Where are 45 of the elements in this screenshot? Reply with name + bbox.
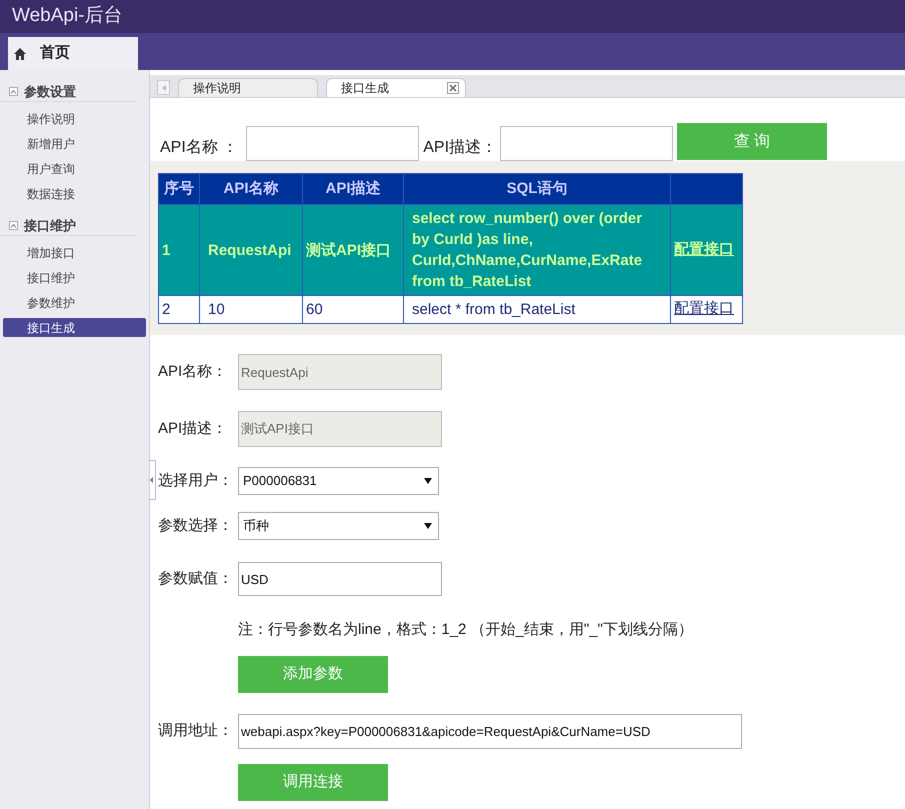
form-label: 选择用户： bbox=[158, 470, 234, 491]
left-arrow-icon bbox=[162, 84, 166, 90]
sidebar-group-title[interactable]: 参数设置 bbox=[24, 82, 76, 102]
sidebar-item[interactable]: 新增用户 bbox=[3, 134, 146, 153]
search-label: API描述： bbox=[423, 138, 498, 158]
app-title: WebApi-后台 bbox=[12, 4, 123, 28]
table-cell: 60 bbox=[302, 296, 404, 324]
collapse-handle[interactable] bbox=[150, 460, 156, 500]
sidebar-item[interactable]: 用户查询 bbox=[3, 159, 146, 178]
form-label: 调用地址： bbox=[158, 720, 234, 741]
form-label: 参数赋值： bbox=[158, 568, 234, 589]
table-cell: 10 bbox=[200, 296, 302, 324]
tab[interactable]: 操作说明 bbox=[178, 78, 318, 97]
search-field[interactable] bbox=[246, 126, 420, 161]
sidebar-item[interactable]: 接口维护 bbox=[3, 268, 146, 287]
dropdown-arrow-icon bbox=[424, 478, 432, 484]
dropdown-arrow-icon bbox=[424, 523, 432, 529]
sidebar-item[interactable]: 接口生成 bbox=[3, 318, 146, 337]
sidebar-group-title[interactable]: 接口维护 bbox=[24, 216, 76, 236]
dropdown[interactable]: P000006831 bbox=[238, 467, 439, 495]
sidebar-item[interactable]: 操作说明 bbox=[3, 109, 146, 128]
table-cell: 1 bbox=[158, 204, 200, 296]
sidebar-item[interactable]: 增加接口 bbox=[3, 243, 146, 262]
form-label: API描述： bbox=[158, 418, 228, 439]
collapse-icon[interactable] bbox=[9, 87, 18, 96]
form-label: API名称： bbox=[158, 362, 228, 382]
home-tab[interactable]: 首页 bbox=[8, 37, 138, 70]
form-label: 参数选择： bbox=[158, 516, 234, 536]
collapse-icon[interactable] bbox=[9, 221, 18, 230]
table-header: 序号 bbox=[158, 174, 200, 204]
address-field[interactable]: webapi.aspx?key=P000006831&apicode=RequestApi&CurName=USD bbox=[238, 714, 742, 748]
dropdown[interactable]: 币种 bbox=[238, 512, 439, 540]
table-cell: 2 bbox=[158, 296, 200, 324]
search-field[interactable] bbox=[500, 126, 674, 161]
text-field[interactable]: USD bbox=[238, 562, 442, 596]
close-icon[interactable] bbox=[447, 82, 459, 94]
note-text: 注：行号参数名为line，格式：1_2 （开始_结束，用"_"下划线分隔） bbox=[238, 620, 694, 640]
home-icon bbox=[14, 48, 26, 60]
sidebar-item[interactable]: 数据连接 bbox=[3, 184, 146, 203]
search-label: API名称 ： bbox=[160, 138, 238, 158]
sidebar-item[interactable]: 参数维护 bbox=[3, 293, 146, 312]
table-header: SQL语句 bbox=[404, 174, 670, 204]
table-row[interactable]: 2 10 60 select * from tb_RateList 配置接口 bbox=[158, 296, 742, 324]
table-cell: select * from tb_RateList bbox=[404, 296, 670, 324]
tab[interactable]: 接口生成 bbox=[326, 78, 466, 97]
